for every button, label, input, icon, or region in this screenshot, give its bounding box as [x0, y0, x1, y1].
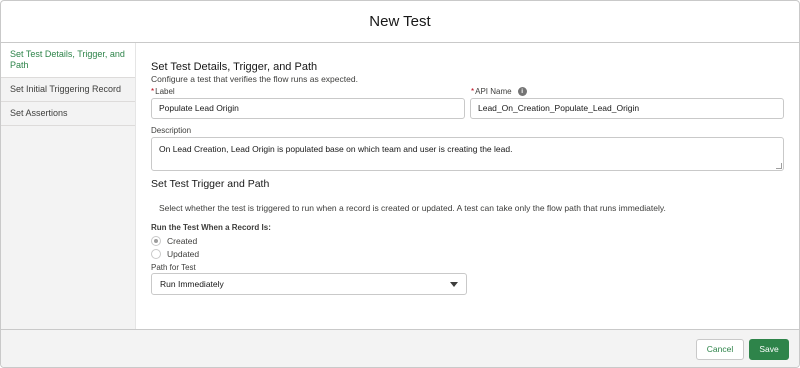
modal-footer: Cancel Save: [1, 329, 799, 367]
radio-updated[interactable]: Updated: [151, 249, 199, 259]
description-textarea[interactable]: On Lead Creation, Lead Origin is populat…: [151, 137, 784, 171]
radio-label: Created: [167, 236, 198, 246]
api-name-input[interactable]: Lead_On_Creation_Populate_Lead_Origin: [470, 98, 784, 119]
description-label: Description: [151, 126, 192, 135]
chevron-down-icon: [450, 282, 458, 287]
path-select-value: Run Immediately: [160, 279, 224, 289]
radio-created[interactable]: Created: [151, 236, 197, 246]
sidebar-item-assertions[interactable]: Set Assertions: [1, 102, 135, 126]
required-marker: *: [151, 87, 155, 96]
label-field-label: *Label: [151, 87, 175, 96]
radio-button[interactable]: [151, 249, 161, 259]
run-when-label: Run the Test When a Record Is:: [151, 223, 271, 232]
cancel-button[interactable]: Cancel: [696, 339, 744, 360]
path-select[interactable]: Run Immediately: [151, 273, 467, 295]
sidebar-item-test-details[interactable]: Set Test Details, Trigger, and Path: [1, 43, 135, 78]
new-test-modal: New Test Set Test Details, Trigger, and …: [0, 0, 800, 368]
trigger-section-title: Set Test Trigger and Path: [151, 178, 270, 190]
section-subtitle: Configure a test that verifies the flow …: [151, 74, 358, 84]
sidebar-item-initial-record[interactable]: Set Initial Triggering Record: [1, 78, 135, 102]
save-button[interactable]: Save: [749, 339, 789, 360]
trigger-section-description: Select whether the test is triggered to …: [159, 203, 666, 213]
info-icon[interactable]: i: [517, 87, 527, 97]
modal-title: New Test: [1, 1, 799, 43]
sidebar: Set Test Details, Trigger, and Path Set …: [1, 43, 136, 329]
section-title: Set Test Details, Trigger, and Path: [151, 61, 318, 73]
api-name-text: API Name: [475, 87, 512, 96]
api-name-field-label: *API Name i: [471, 87, 527, 97]
resize-handle[interactable]: [776, 163, 782, 169]
label-text: Label: [155, 87, 175, 96]
path-for-test-label: Path for Test: [151, 263, 196, 272]
radio-button[interactable]: [151, 236, 161, 246]
main-content: Set Test Details, Trigger, and Path Conf…: [151, 43, 787, 329]
radio-label: Updated: [167, 249, 200, 259]
description-text: On Lead Creation, Lead Origin is populat…: [159, 144, 513, 154]
label-input[interactable]: Populate Lead Origin: [151, 98, 465, 119]
required-marker: *: [471, 87, 475, 96]
